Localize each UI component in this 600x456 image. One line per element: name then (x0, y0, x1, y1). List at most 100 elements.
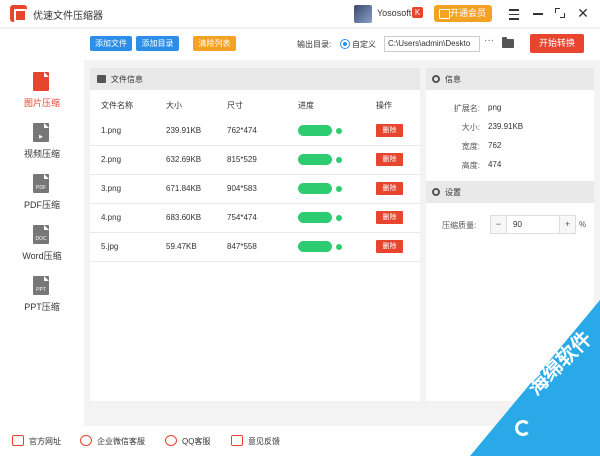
info-key-ext: 扩展名: (453, 104, 480, 113)
file-name: 4.png (101, 213, 122, 222)
quality-stepper[interactable]: − 90 + (490, 215, 576, 234)
column-header-progress: 进度 (298, 101, 314, 110)
progress-bar (298, 154, 332, 165)
column-header-action: 操作 (376, 101, 392, 110)
delete-button[interactable]: 删除 (376, 153, 403, 166)
column-header-name: 文件名称 (101, 101, 133, 110)
file-list-panel: 文件信息 文件名称 大小 尺寸 进度 操作 1.png 239.91KB 762… (90, 68, 420, 401)
progress-bar (298, 212, 332, 223)
wechat-icon (80, 435, 92, 446)
maximize-icon[interactable] (552, 5, 568, 21)
minimize-icon[interactable] (530, 5, 546, 21)
file-size: 671.84KB (166, 184, 202, 193)
add-directory-button[interactable]: 添加目录 (136, 36, 179, 51)
settings-title: 设置 (445, 188, 461, 197)
word-file-icon: DOC (33, 225, 49, 244)
delete-button[interactable]: 删除 (376, 124, 403, 137)
footer-label: 企业微信客服 (97, 437, 145, 446)
sidebar-item-label: 视频压缩 (23, 149, 60, 159)
quality-value[interactable]: 90 (513, 220, 522, 229)
globe-icon (12, 435, 24, 446)
quality-label: 压缩质量: (442, 221, 477, 230)
column-header-dims: 尺寸 (227, 101, 243, 110)
sidebar-item-pdf[interactable]: PDF PDF压缩 (0, 174, 84, 220)
done-status-icon (336, 186, 342, 192)
progress-bar (298, 241, 332, 252)
file-name: 1.png (101, 126, 122, 135)
sidebar-item-label: Word压缩 (22, 251, 62, 261)
output-path-field[interactable]: C:\Users\admin\Deskto (384, 36, 480, 52)
progress-bar (298, 183, 332, 194)
video-file-icon: ▶ (33, 123, 49, 142)
file-list-title: 文件信息 (111, 75, 143, 84)
info-value-width: 762 (488, 141, 502, 150)
menu-icon[interactable] (506, 5, 522, 21)
vip-button-label: 开通会员 (450, 8, 487, 18)
info-value-size: 239.91KB (488, 122, 524, 131)
file-size: 239.91KB (166, 126, 202, 135)
clear-list-button[interactable]: 清除列表 (193, 36, 236, 51)
file-name: 5.jpg (101, 242, 119, 251)
file-dims: 904*583 (227, 184, 257, 193)
vip-button[interactable]: 开通会员 (434, 5, 492, 22)
qq-icon (165, 435, 177, 446)
delete-button[interactable]: 删除 (376, 182, 403, 195)
add-file-button[interactable]: 添加文件 (90, 36, 132, 51)
increase-quality-button[interactable]: + (559, 216, 575, 233)
percent-unit: % (579, 220, 587, 229)
ppt-file-icon: PPT (33, 276, 49, 295)
footer-label: 意见反馈 (248, 437, 280, 446)
done-status-icon (336, 128, 342, 134)
done-status-icon (336, 215, 342, 221)
file-list-header: 文件信息 (90, 68, 420, 90)
sidebar-item-ppt[interactable]: PPT PPT压缩 (0, 276, 84, 322)
info-value-ext: png (488, 103, 502, 112)
user-badge-icon: K (412, 7, 423, 18)
table-row[interactable]: 2.png 632.69KB 815*529 删除 (90, 146, 420, 175)
feedback-icon (231, 435, 243, 446)
table-row[interactable]: 5.jpg 59.47KB 847*558 删除 (90, 233, 420, 262)
image-file-icon (33, 72, 49, 91)
sidebar-item-video[interactable]: ▶ 视频压缩 (0, 123, 84, 169)
gear-icon (432, 75, 440, 83)
sidebar-item-label: 图片压缩 (23, 98, 60, 108)
browse-more-button[interactable]: ··· (484, 35, 494, 46)
file-name: 3.png (101, 184, 122, 193)
table-row[interactable]: 3.png 671.84KB 904*583 删除 (90, 175, 420, 204)
delete-button[interactable]: 删除 (376, 211, 403, 224)
user-name[interactable]: Yososoft (377, 8, 411, 18)
pdf-file-icon: PDF (33, 174, 49, 193)
info-key-height: 高度: (461, 161, 480, 170)
decrease-quality-button[interactable]: − (491, 216, 507, 233)
gear-icon (432, 188, 440, 196)
info-key-size: 大小: (461, 123, 480, 132)
sidebar: 图片压缩 ▶ 视频压缩 PDF PDF压缩 DOC Word压缩 PPT PPT… (0, 60, 84, 426)
file-dims: 815*529 (227, 155, 257, 164)
table-row[interactable]: 1.png 239.91KB 762*474 删除 (90, 117, 420, 146)
custom-output-radio[interactable] (340, 39, 350, 49)
info-key-width: 宽度: (461, 142, 480, 151)
custom-output-label[interactable]: 自定义 (352, 39, 376, 50)
done-status-icon (336, 157, 342, 163)
done-status-icon (336, 244, 342, 250)
open-folder-icon[interactable] (502, 37, 514, 48)
table-row[interactable]: 4.png 683.60KB 754*474 删除 (90, 204, 420, 233)
sidebar-item-word[interactable]: DOC Word压缩 (0, 225, 84, 271)
sidebar-item-image[interactable]: 图片压缩 (0, 72, 84, 118)
file-size: 59.47KB (166, 242, 197, 251)
sidebar-item-label: PPT压缩 (24, 302, 60, 312)
avatar[interactable] (354, 5, 372, 23)
file-size: 632.69KB (166, 155, 202, 164)
start-convert-button[interactable]: 开始转换 (530, 34, 584, 53)
footer-label: QQ客服 (182, 437, 211, 446)
watermark-logo-icon (515, 420, 531, 436)
title-bar: 优速文件压缩器 Yososoft K 开通会员 ✕ (0, 0, 600, 28)
info-value-height: 474 (488, 160, 502, 169)
footer-label: 官方网址 (29, 437, 61, 446)
file-size: 683.60KB (166, 213, 202, 222)
delete-button[interactable]: 删除 (376, 240, 403, 253)
info-header: 信息 (426, 68, 594, 90)
close-icon[interactable]: ✕ (575, 5, 591, 21)
file-name: 2.png (101, 155, 122, 164)
file-dims: 754*474 (227, 213, 257, 222)
